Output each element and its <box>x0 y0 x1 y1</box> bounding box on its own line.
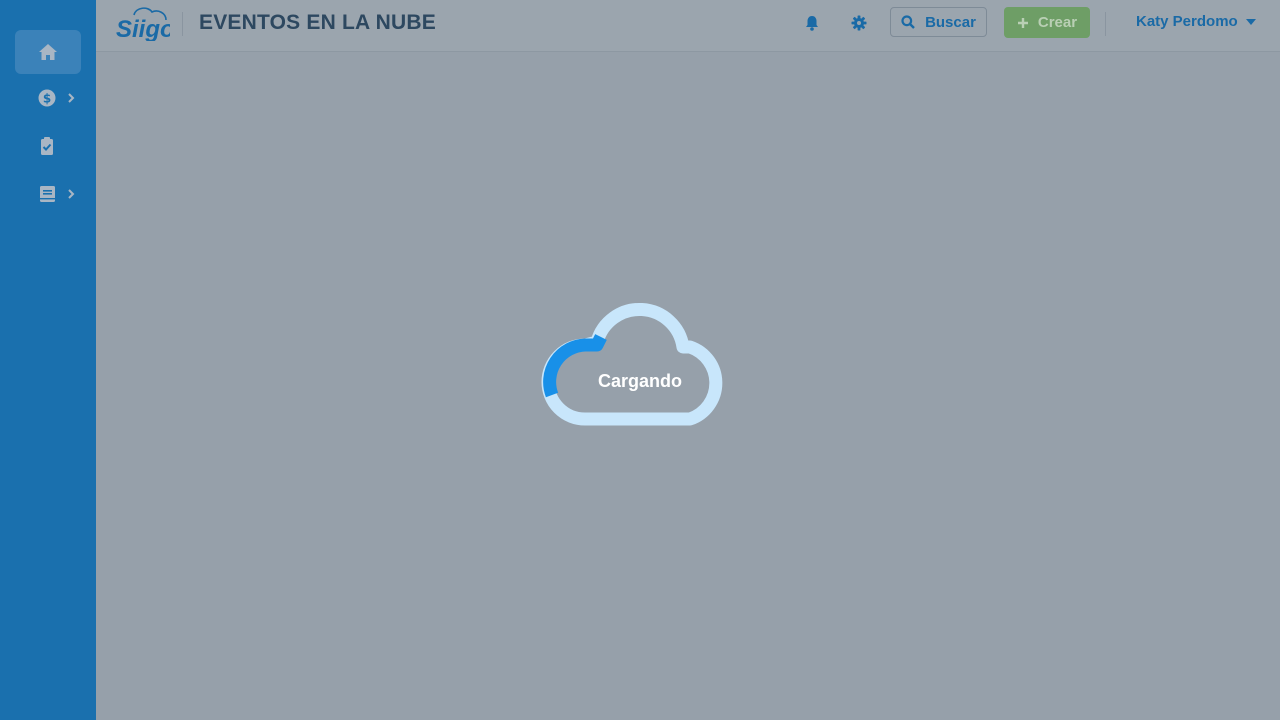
bell-icon <box>806 16 818 31</box>
user-name: Katy Perdomo <box>1136 13 1238 30</box>
divider <box>1105 12 1106 36</box>
gear-icon <box>851 15 867 31</box>
sidebar-item-tasks[interactable] <box>15 124 81 168</box>
book-icon <box>40 186 55 202</box>
sidebar-item-books[interactable] <box>15 172 81 216</box>
svg-text:Siigo: Siigo <box>116 16 170 41</box>
cloud-loader-icon <box>541 303 723 426</box>
loading-indicator: Cargando <box>540 295 740 430</box>
sidebar-item-finance[interactable]: $ <box>15 76 81 120</box>
top-bar: Siigo EVENTOS EN LA NUBE Buscar Crear Ka… <box>96 0 1280 52</box>
loading-text: Cargando <box>597 371 682 391</box>
create-button-label: Crear <box>1037 14 1078 31</box>
chevron-right-icon <box>68 93 75 103</box>
notifications-button[interactable] <box>802 13 822 33</box>
sidebar-item-home[interactable] <box>15 30 81 74</box>
settings-button[interactable] <box>849 13 869 33</box>
search-button[interactable]: Buscar <box>890 7 987 37</box>
search-button-label: Buscar <box>925 13 976 31</box>
dollar-circle-icon: $ <box>38 89 56 107</box>
plus-icon <box>1017 17 1028 28</box>
clipboard-check-icon <box>41 137 53 155</box>
user-menu[interactable]: Katy Perdomo <box>1136 13 1256 30</box>
divider <box>182 12 183 36</box>
create-button[interactable]: Crear <box>1004 7 1090 38</box>
search-icon <box>901 15 915 29</box>
svg-text:$: $ <box>43 92 51 106</box>
siigo-logo[interactable]: Siigo <box>114 5 170 41</box>
home-icon <box>39 44 57 60</box>
chevron-right-icon <box>68 189 75 199</box>
page-title: EVENTOS EN LA NUBE <box>199 11 436 34</box>
sidebar: $ <box>0 0 96 720</box>
caret-down-icon <box>1245 18 1256 25</box>
